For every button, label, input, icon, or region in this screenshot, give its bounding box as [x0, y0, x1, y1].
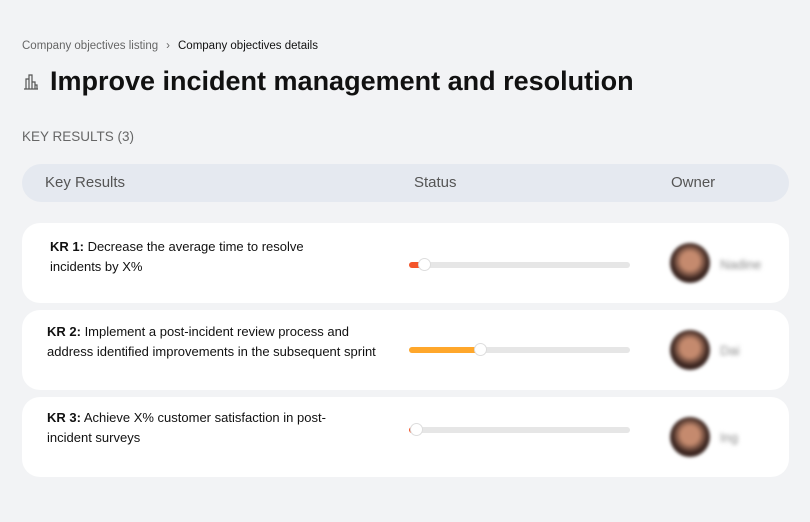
avatar: [670, 330, 710, 370]
page-header: Improve incident management and resoluti…: [22, 66, 634, 97]
progress-bar: [409, 423, 630, 436]
breadcrumb-separator: ›: [166, 40, 170, 52]
breadcrumb: Company objectives listing › Company obj…: [22, 40, 318, 52]
progress-fill: [409, 347, 480, 353]
table-row[interactable]: KR 3: Achieve X% customer satisfaction i…: [22, 397, 789, 477]
breadcrumb-current: Company objectives details: [178, 40, 318, 52]
header-key-results: Key Results: [45, 174, 126, 191]
header-owner: Owner: [671, 174, 716, 191]
kr-description: KR 3: Achieve X% customer satisfaction i…: [47, 410, 326, 445]
owner-name: Ing: [720, 430, 739, 445]
progress-bar: [409, 258, 630, 271]
key-results-count: KEY RESULTS (3): [22, 129, 135, 144]
breadcrumb-link-listing[interactable]: Company objectives listing: [22, 40, 158, 52]
table-header: Key Results Status Owner: [22, 164, 789, 202]
progress-knob: [418, 258, 432, 271]
table-row[interactable]: KR 1: Decrease the average time to resol…: [22, 223, 789, 303]
buildings-icon: [24, 73, 38, 90]
kr-description: KR 1: Decrease the average time to resol…: [50, 239, 304, 274]
owner-name: Nadine: [720, 257, 762, 272]
avatar: [670, 417, 710, 457]
page-title: Improve incident management and resoluti…: [50, 66, 634, 96]
owner-name: Dai: [720, 343, 740, 358]
progress-bar: [409, 343, 630, 356]
header-status: Status: [414, 174, 457, 191]
avatar: [670, 243, 710, 283]
progress-knob: [473, 343, 487, 356]
progress-knob: [409, 423, 423, 436]
table-row[interactable]: KR 2: Implement a post-incident review p…: [22, 310, 789, 390]
kr-description: KR 2: Implement a post-incident review p…: [47, 324, 376, 359]
